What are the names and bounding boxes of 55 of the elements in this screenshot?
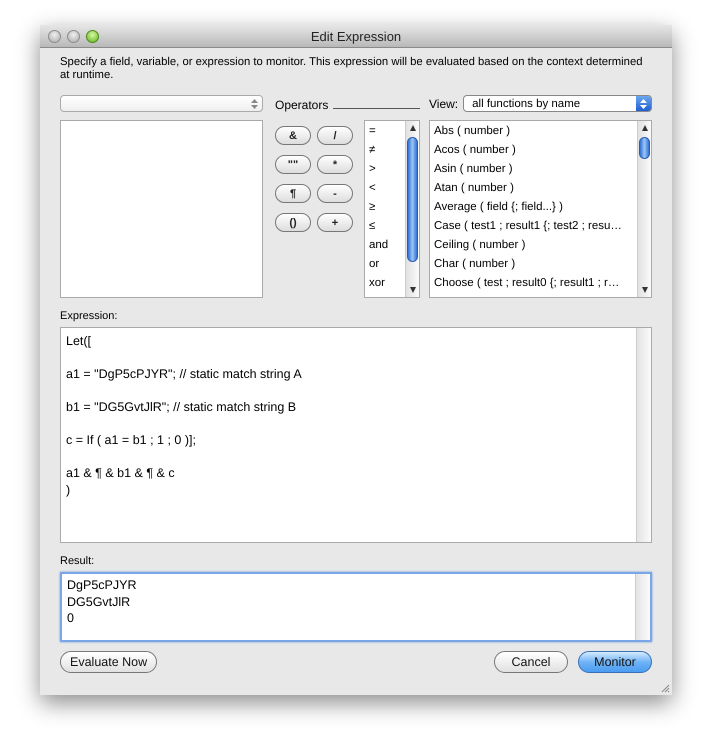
expression-field[interactable]: Let([ a1 = "DgP5cPJYR"; // static match string A b1 = "DG5GvtJlR"; // static match string B c = If ( a1 = b1 ; 1 ; 0 )]; a1 & ¶ & b1 & ¶ & c ) <box>60 327 652 543</box>
down-arrow-icon[interactable] <box>640 286 648 294</box>
result-field[interactable]: DgP5cPJYR DG5GvtJlR 0 <box>60 572 652 642</box>
up-arrow-icon[interactable] <box>408 124 416 132</box>
function-item[interactable]: Acos ( number ) <box>430 142 637 161</box>
operator-item[interactable]: or <box>365 256 405 275</box>
window-minimize-button[interactable] <box>67 30 80 42</box>
function-item[interactable]: Choose ( test ; result0 {; result1 ; r… <box>430 275 637 294</box>
operator-item[interactable]: xor <box>365 275 405 294</box>
scrollbar[interactable] <box>637 121 651 297</box>
operator-item[interactable]: > <box>365 161 405 180</box>
scroll-thumb[interactable] <box>639 137 650 159</box>
operator-list[interactable]: = ≠ > < ≥ ≤ and or xor <box>364 120 420 298</box>
dialog-button[interactable]: Cancel <box>494 651 568 673</box>
operator-button[interactable]: / <box>317 126 353 145</box>
function-item[interactable]: Ceiling ( number ) <box>430 237 637 256</box>
window-close-button[interactable] <box>48 30 61 42</box>
field-list[interactable] <box>60 120 263 298</box>
window-zoom-button[interactable] <box>86 30 99 42</box>
operator-button[interactable]: + <box>317 213 353 232</box>
function-item[interactable]: Average ( field {; field...} ) <box>430 199 637 218</box>
operator-button[interactable]: * <box>317 155 353 174</box>
scroll-thumb[interactable] <box>407 137 418 262</box>
operator-item[interactable]: ≠ <box>365 142 405 161</box>
operator-item[interactable]: = <box>365 123 405 142</box>
function-item[interactable]: Asin ( number ) <box>430 161 637 180</box>
result-label: Result: <box>60 555 96 567</box>
resize-grip-icon[interactable] <box>660 683 670 693</box>
operator-item[interactable]: and <box>365 237 405 256</box>
up-arrow-icon[interactable] <box>640 124 648 132</box>
operators-label: Operators <box>275 98 328 112</box>
window-title: Edit Expression <box>310 28 402 44</box>
operator-button[interactable]: ¶ <box>275 184 311 203</box>
dialog-button[interactable]: Evaluate Now <box>60 651 158 673</box>
operator-item[interactable]: ≥ <box>365 199 405 218</box>
popup-arrows-icon <box>636 96 651 111</box>
function-item[interactable]: Case ( test1 ; result1 {; test2 ; resu… <box>430 218 637 237</box>
expression-label: Expression: <box>60 310 118 322</box>
operator-button[interactable]: "" <box>275 155 311 174</box>
function-item[interactable]: Atan ( number ) <box>430 180 637 199</box>
operator-button[interactable]: () <box>275 213 311 232</box>
view-label: View: <box>429 96 458 110</box>
dialog-button[interactable]: Monitor <box>578 651 652 673</box>
down-arrow-icon[interactable] <box>408 286 416 294</box>
operator-button[interactable]: & <box>275 126 311 145</box>
operator-item[interactable]: ≤ <box>365 218 405 237</box>
function-item[interactable]: Char ( number ) <box>430 256 637 275</box>
operator-button[interactable]: - <box>317 184 353 203</box>
operator-item[interactable]: < <box>365 180 405 199</box>
scrollbar[interactable] <box>405 121 419 297</box>
stepper-arrows-icon <box>251 99 258 109</box>
description-text: Specify a field, variable, or expression to monitor. This expression will be evaluated based on the context determined at runtime. <box>60 56 644 82</box>
function-item[interactable]: Abs ( number ) <box>430 123 637 142</box>
view-popup[interactable]: all functions by name <box>463 95 652 112</box>
function-list[interactable] <box>429 120 652 298</box>
